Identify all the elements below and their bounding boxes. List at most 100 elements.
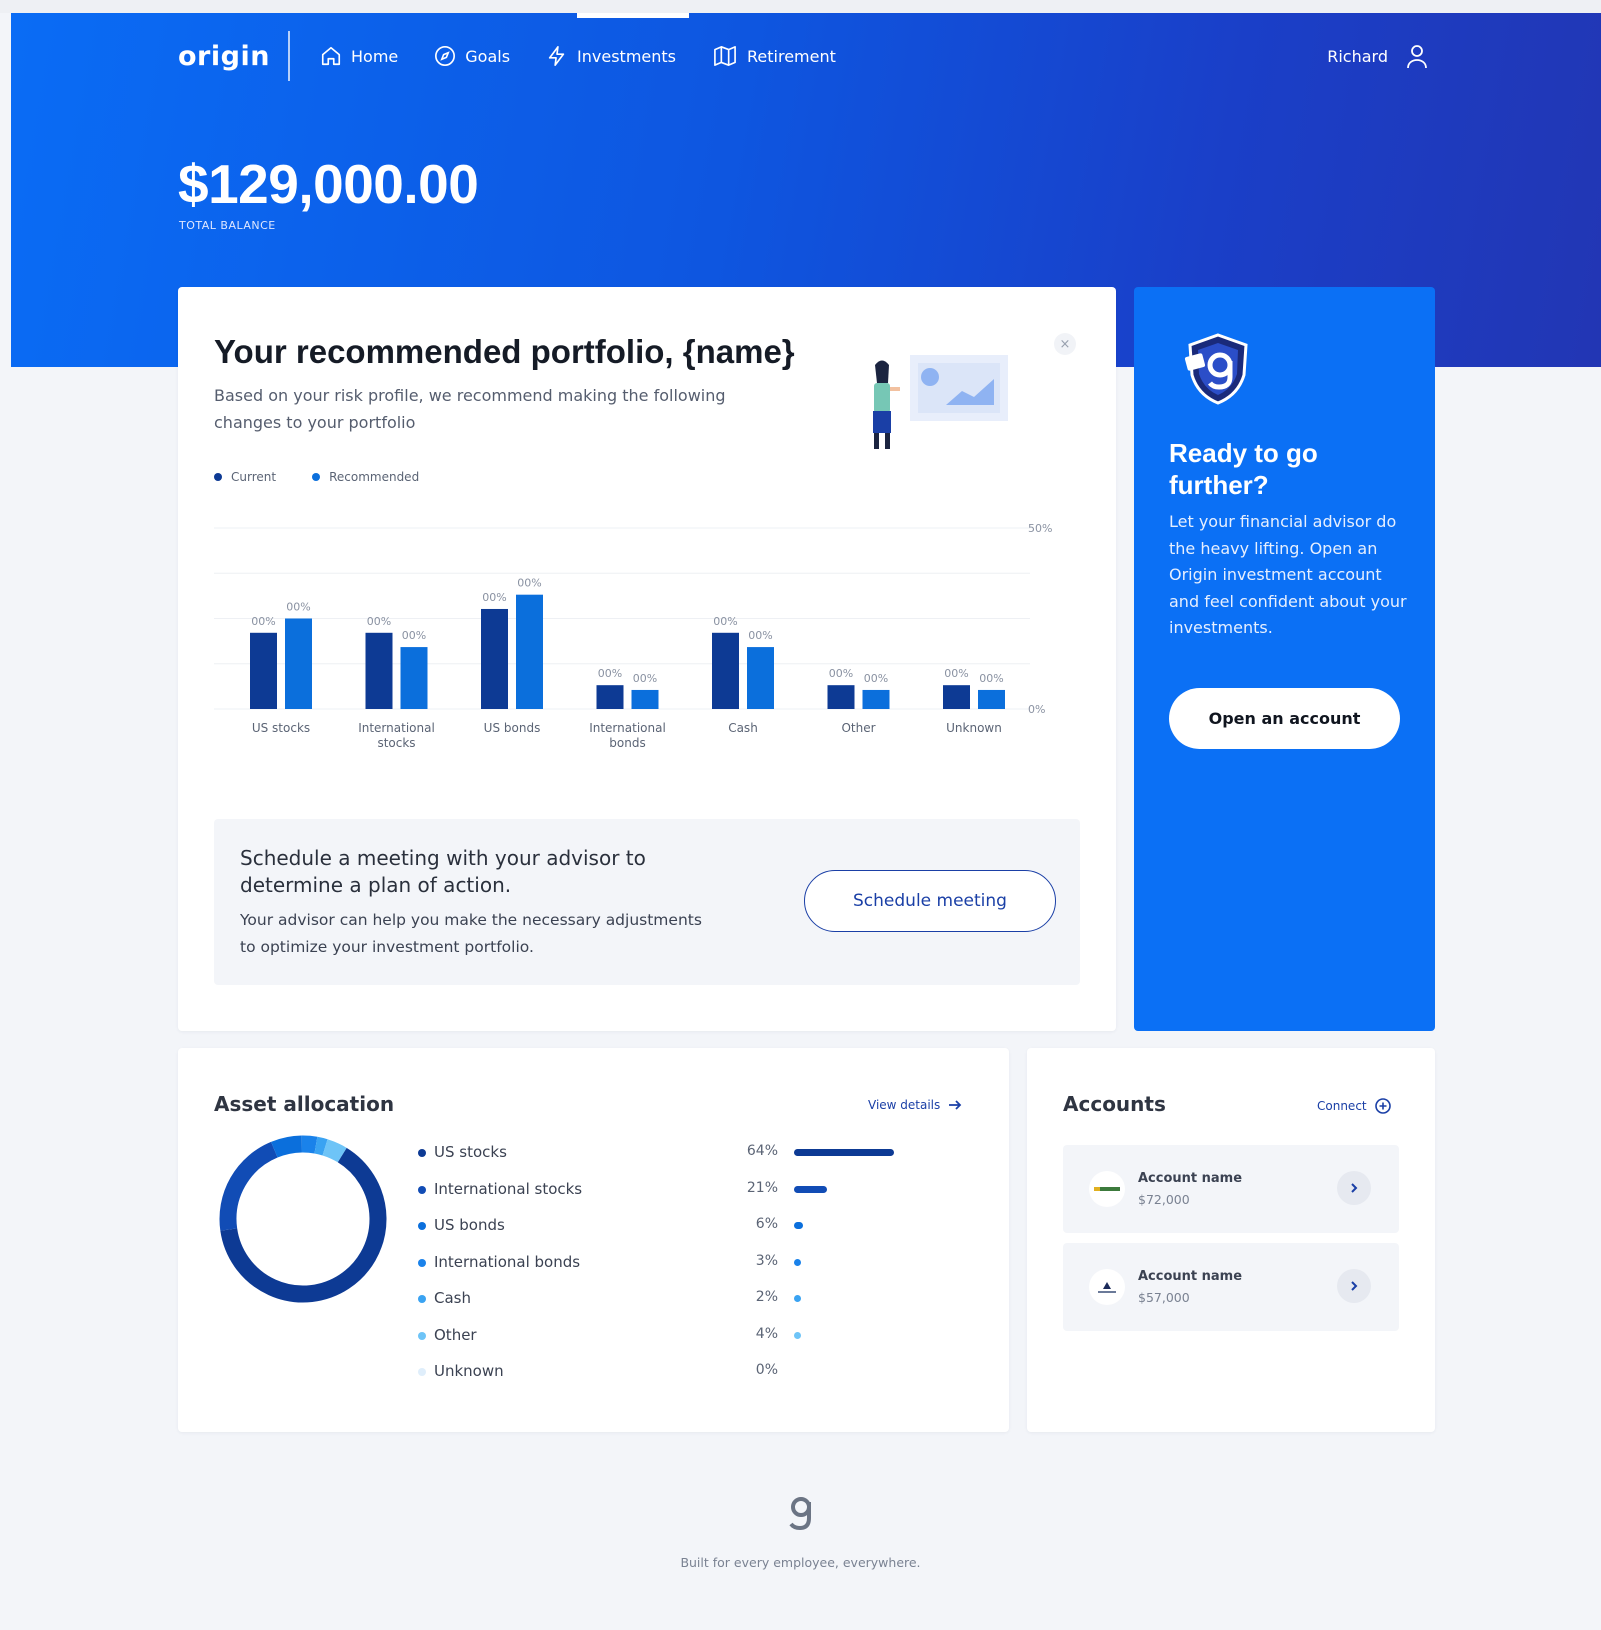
meeting-title: Schedule a meeting with your advisor to … (240, 846, 646, 897)
allocation-bar (794, 1185, 827, 1193)
nav-divider (288, 31, 290, 81)
allocation-dot (418, 1368, 426, 1376)
fidelity-logo-icon (1089, 1171, 1125, 1207)
legend-recommended: Recommended (312, 470, 419, 484)
allocation-bar (794, 1222, 804, 1229)
legend-recommended-dot (312, 473, 321, 481)
plus-circle-icon (1374, 1098, 1391, 1114)
promo-card: Ready to go further? Let your financial … (1134, 287, 1435, 1031)
legend-recommended-label: Recommended (329, 470, 420, 484)
connect-label: Connect (1317, 1099, 1367, 1113)
donut-segment (301, 1135, 318, 1154)
x-category-label: US stocks (252, 721, 310, 735)
x-category-label: International (358, 721, 435, 735)
allocation-name: US stocks (434, 1143, 507, 1161)
promo-title: Ready to go further? (1169, 438, 1318, 500)
promo-text: Let your financial advisor do the heavy … (1169, 512, 1407, 637)
allocation-percent: 3% (755, 1252, 778, 1269)
legend-current-label: Current (231, 470, 277, 484)
allocation-name: Other (434, 1325, 477, 1344)
allocation-dot (418, 1331, 426, 1340)
open-account-button[interactable]: Open an account (1169, 688, 1400, 749)
allocation-bar (794, 1295, 801, 1302)
bar-recommended (862, 689, 890, 709)
origin-logo[interactable]: origin (178, 41, 288, 72)
y-tick-label: 0% (1028, 703, 1045, 716)
user-icon (1407, 45, 1427, 69)
x-category-label: Other (841, 721, 875, 735)
user-menu[interactable]: Richard (1327, 43, 1428, 69)
home-icon (321, 46, 341, 66)
allocation-name: US bonds (434, 1216, 505, 1234)
chevron-right-icon[interactable] (1337, 1269, 1371, 1303)
shield-badge-icon (1184, 333, 1248, 405)
close-button[interactable]: × (1054, 333, 1076, 355)
bar-value-label: 00% (713, 615, 737, 628)
x-category-label: International (589, 721, 666, 735)
nav-goals-label: Goals (465, 46, 511, 66)
map-icon (714, 46, 736, 66)
account-name: Account name (1138, 1269, 1243, 1284)
y-tick-label: 50% (1028, 522, 1052, 535)
allocation-dot (418, 1295, 426, 1303)
bar-value-label: 00% (482, 591, 506, 604)
bar-value-label: 00% (944, 667, 968, 680)
allocation-name: Cash (434, 1289, 471, 1307)
x-category-label: bonds (609, 736, 645, 750)
allocation-dot (418, 1222, 426, 1230)
bar-value-label: 00% (748, 629, 772, 642)
bar-recommended (631, 689, 659, 709)
donut-segment (219, 1141, 278, 1231)
betterment-logo-icon (1089, 1269, 1125, 1305)
x-category-label: US bonds (484, 721, 541, 735)
active-tab-indicator (577, 13, 689, 18)
bar-current (827, 685, 855, 709)
chevron-right-icon[interactable] (1337, 1171, 1371, 1205)
bar-current (712, 632, 739, 709)
nav-investments[interactable]: Investments (546, 45, 676, 67)
bar-current (481, 608, 508, 709)
donut-segment (314, 1136, 328, 1156)
recommended-portfolio-card: Your recommended portfolio, {name} Based… (178, 287, 1116, 1031)
nav-home[interactable]: Home (320, 45, 398, 67)
allocation-percent: 2% (755, 1289, 778, 1305)
recommendation-subtitle: Based on your risk profile, we recommend… (214, 386, 726, 432)
allocation-row: Unknown 0% (418, 1362, 918, 1382)
bar-recommended (516, 594, 543, 709)
view-details-link[interactable]: View details (868, 1098, 962, 1112)
allocation-donut-chart (219, 1135, 387, 1303)
lightning-icon (548, 46, 565, 66)
account-value: $57,000 (1138, 1290, 1190, 1305)
nav-investments-label: Investments (577, 46, 676, 66)
bar-value-label: 00% (402, 629, 426, 642)
allocation-percent: 0% (755, 1362, 778, 1378)
x-category-label: stocks (377, 736, 415, 750)
accounts-card: Accounts Connect Account name $72,000 Ac… (1027, 1048, 1435, 1432)
account-item[interactable]: Account name $72,000 (1063, 1145, 1399, 1233)
recommendation-title: Your recommended portfolio, {name} (214, 333, 795, 370)
asset-allocation-card: Asset allocation View details US stocks 6… (178, 1048, 1009, 1432)
bar-value-label: 00% (829, 667, 853, 680)
bar-value-label: 00% (598, 667, 622, 680)
allocation-percent: 21% (746, 1179, 778, 1196)
bar-value-label: 00% (367, 615, 391, 628)
total-balance-amount: $129,000.00 (178, 153, 479, 215)
connect-link[interactable]: Connect (1317, 1098, 1391, 1114)
nav-goals[interactable]: Goals (434, 45, 510, 67)
view-details-label: View details (868, 1098, 941, 1112)
user-name: Richard (1327, 46, 1388, 66)
allocation-dot (418, 1149, 426, 1157)
bar-current (365, 632, 393, 709)
allocation-row: Cash 2% (418, 1289, 918, 1309)
bar-recommended (400, 647, 428, 709)
allocation-row: US stocks 64% (418, 1143, 918, 1163)
x-category-label: Unknown (946, 721, 1002, 735)
nav-retirement[interactable]: Retirement (712, 45, 836, 67)
account-value: $72,000 (1138, 1192, 1190, 1207)
schedule-meeting-button[interactable]: Schedule meeting (804, 870, 1056, 932)
x-category-label: Cash (728, 721, 758, 735)
asset-allocation-title: Asset allocation (214, 1092, 395, 1116)
allocation-bar (794, 1331, 801, 1339)
allocation-name: International stocks (434, 1179, 583, 1198)
account-item[interactable]: Account name $57,000 (1063, 1243, 1399, 1331)
